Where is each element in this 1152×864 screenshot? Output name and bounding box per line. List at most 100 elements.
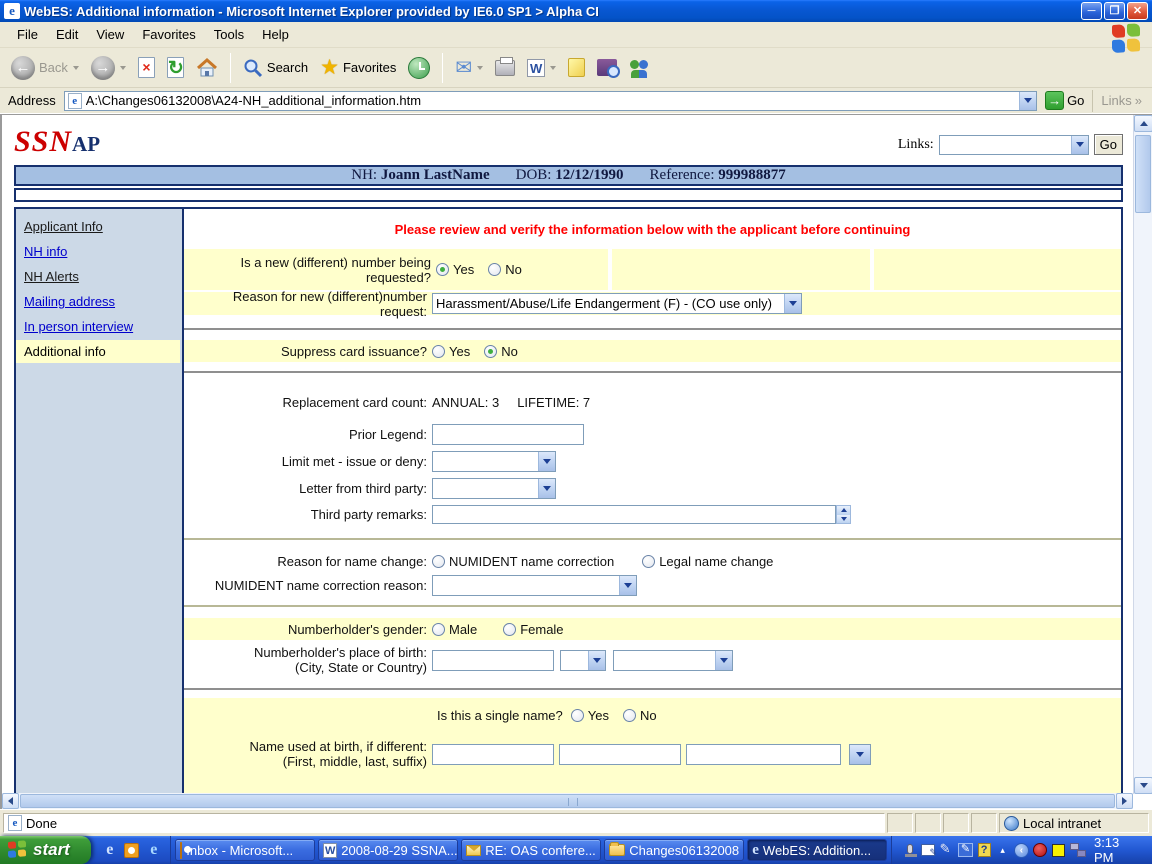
- task-webes[interactable]: e WebES: Addition...: [747, 839, 887, 861]
- menu-help[interactable]: Help: [253, 24, 298, 45]
- history-button[interactable]: [403, 54, 435, 82]
- menu-tools[interactable]: Tools: [205, 24, 253, 45]
- edit-with-word-button[interactable]: W: [522, 56, 561, 80]
- birth-suffix-select[interactable]: [849, 744, 871, 765]
- limit-met-select[interactable]: [432, 451, 556, 472]
- numident-correction-radio[interactable]: [432, 555, 445, 568]
- minimize-button[interactable]: ─: [1081, 2, 1102, 20]
- menu-edit[interactable]: Edit: [47, 24, 87, 45]
- male-radio[interactable]: [432, 623, 445, 636]
- language-bar-minimize-icon[interactable]: ▴: [995, 842, 1010, 858]
- outlook-express-quicklaunch-icon[interactable]: e: [145, 842, 162, 859]
- start-button[interactable]: start: [0, 836, 91, 864]
- page-go-button[interactable]: Go: [1094, 134, 1123, 155]
- back-dropdown-icon[interactable]: [73, 66, 79, 70]
- pob-state-select[interactable]: [560, 650, 606, 671]
- address-dropdown-button[interactable]: [1019, 92, 1036, 110]
- hide-icons-chevron[interactable]: ‹: [1014, 842, 1029, 858]
- speech-tools-icon[interactable]: [921, 842, 936, 858]
- birth-last-input[interactable]: [686, 744, 841, 765]
- chevron-down-icon: [588, 651, 605, 670]
- single-name-yes-radio[interactable]: [571, 709, 584, 722]
- tray-red-status-icon[interactable]: [1033, 842, 1048, 858]
- task-folder[interactable]: Changes06132008: [604, 839, 744, 861]
- toolbar-separator: [442, 53, 443, 83]
- sidebar-item-additional-info[interactable]: Additional info: [16, 340, 180, 363]
- letter-third-party-select[interactable]: [432, 478, 556, 499]
- forward-dropdown-icon[interactable]: [120, 66, 126, 70]
- menu-file[interactable]: File: [8, 24, 47, 45]
- search-button[interactable]: Search: [238, 55, 313, 81]
- stop-button[interactable]: ×: [133, 54, 160, 81]
- mail-button[interactable]: ✉: [450, 55, 488, 81]
- suppress-no-radio[interactable]: [484, 345, 497, 358]
- help-icon[interactable]: ?: [977, 842, 992, 858]
- address-input[interactable]: e A:\Changes06132008\A24-NH_additional_i…: [64, 91, 1037, 111]
- gender-label: Numberholder's gender:: [184, 622, 432, 637]
- mail-dropdown-icon[interactable]: [477, 66, 483, 70]
- scroll-up-button[interactable]: [1134, 115, 1152, 132]
- vertical-scroll-thumb[interactable]: [1135, 135, 1151, 213]
- print-button[interactable]: [490, 57, 520, 79]
- chevron-down-icon: [715, 651, 732, 670]
- birth-first-input[interactable]: [432, 744, 554, 765]
- forward-button[interactable]: →: [86, 53, 131, 83]
- spinner-up-icon[interactable]: [837, 506, 850, 515]
- sidebar-item-mailing-address[interactable]: Mailing address: [16, 290, 182, 313]
- links-toolbar[interactable]: Links »: [1092, 90, 1148, 112]
- horizontal-scrollbar[interactable]: [2, 793, 1133, 809]
- numident-reason-select[interactable]: [432, 575, 637, 596]
- messenger-button[interactable]: [624, 55, 654, 81]
- page-links-select[interactable]: [939, 135, 1089, 155]
- home-button[interactable]: [191, 54, 223, 82]
- favorites-button[interactable]: ★ Favorites: [315, 54, 401, 82]
- refresh-button[interactable]: ↻: [162, 54, 189, 81]
- word-dropdown-icon[interactable]: [550, 66, 556, 70]
- birth-middle-input[interactable]: [559, 744, 681, 765]
- pob-city-input[interactable]: [432, 650, 554, 671]
- menu-favorites[interactable]: Favorites: [133, 24, 204, 45]
- task-email[interactable]: RE: OAS confere...: [461, 839, 601, 861]
- suppress-yes-radio[interactable]: [432, 345, 445, 358]
- sidebar-item-nh-info[interactable]: NH info: [16, 240, 182, 263]
- discuss-button[interactable]: [563, 55, 590, 80]
- scroll-right-button[interactable]: [1116, 793, 1133, 809]
- research-button[interactable]: [592, 56, 622, 79]
- new-number-yes-radio[interactable]: [436, 263, 449, 276]
- spinner-down-icon[interactable]: [837, 515, 850, 524]
- writing-pad-icon[interactable]: [958, 842, 973, 858]
- reason-new-select[interactable]: Harassment/Abuse/Life Endangerment (F) -…: [432, 293, 802, 314]
- scroll-down-button[interactable]: [1134, 777, 1152, 794]
- sidebar-item-in-person-interview[interactable]: In person interview: [16, 315, 182, 338]
- horizontal-scroll-thumb[interactable]: [20, 794, 1115, 808]
- microphone-icon[interactable]: [902, 842, 917, 858]
- restore-button[interactable]: ❐: [1104, 2, 1125, 20]
- sidebar-nav: Applicant Info NH info NH Alerts Mailing…: [16, 209, 184, 793]
- status-panel: [887, 813, 913, 833]
- prior-legend-input[interactable]: [432, 424, 584, 445]
- vertical-scrollbar[interactable]: [1133, 115, 1152, 794]
- back-button[interactable]: ← Back: [6, 53, 84, 83]
- handwriting-icon[interactable]: [939, 842, 954, 858]
- go-button[interactable]: → Go: [1041, 91, 1088, 110]
- task-inbox[interactable]: Inbox - Microsoft...: [175, 839, 315, 861]
- menu-view[interactable]: View: [87, 24, 133, 45]
- legal-name-change-radio[interactable]: [642, 555, 655, 568]
- tray-yellow-note-icon[interactable]: [1051, 842, 1066, 858]
- remarks-spinner[interactable]: [836, 505, 851, 524]
- scroll-left-button[interactable]: [2, 793, 19, 809]
- third-party-remarks-input[interactable]: [432, 505, 836, 524]
- task-word-doc[interactable]: W 2008-08-29 SSNA...: [318, 839, 458, 861]
- sidebar-item-nh-alerts[interactable]: NH Alerts: [16, 265, 182, 288]
- single-name-no-radio[interactable]: [623, 709, 636, 722]
- network-icon[interactable]: [1070, 842, 1086, 858]
- internet-explorer-quicklaunch-icon[interactable]: e: [101, 842, 118, 859]
- close-button[interactable]: ✕: [1127, 2, 1148, 20]
- new-number-no-radio[interactable]: [488, 263, 501, 276]
- sidebar-item-applicant-info[interactable]: Applicant Info: [16, 215, 182, 238]
- pob-country-select[interactable]: [613, 650, 733, 671]
- female-radio[interactable]: [503, 623, 516, 636]
- address-url[interactable]: A:\Changes06132008\A24-NH_additional_inf…: [86, 93, 1019, 108]
- outlook-quicklaunch-icon[interactable]: [123, 842, 140, 859]
- links-chevron-icon[interactable]: »: [1135, 93, 1142, 108]
